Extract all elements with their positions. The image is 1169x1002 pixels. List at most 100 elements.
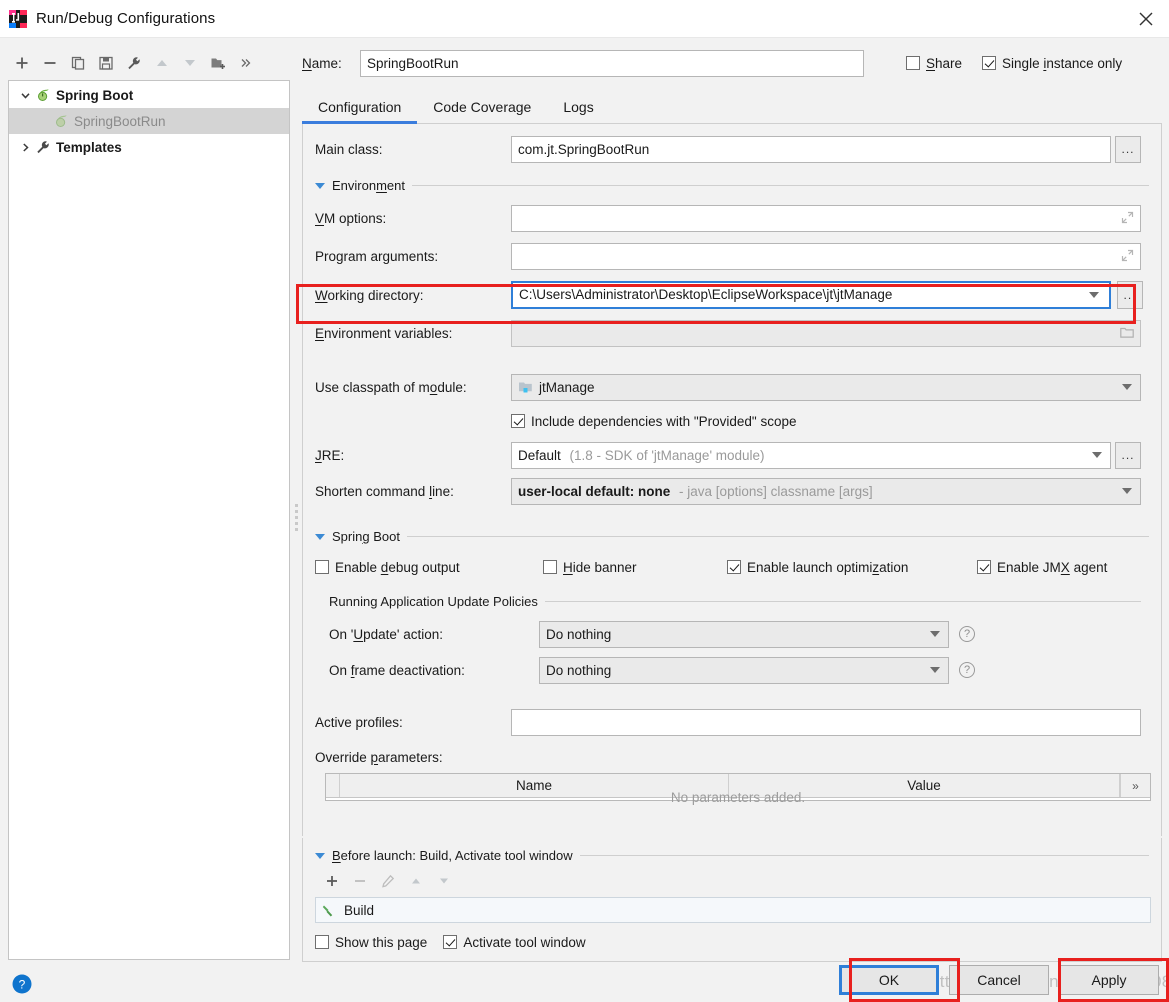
add-task-button[interactable] — [319, 869, 345, 893]
run-debug-configurations-dialog: Run/Debug Configurations Spring Boot Spr… — [0, 0, 1169, 1002]
close-icon[interactable] — [1123, 0, 1169, 38]
expand-editor-icon[interactable] — [1121, 211, 1134, 224]
chevron-right-icon[interactable] — [15, 142, 35, 153]
chevron-down-icon[interactable] — [930, 667, 940, 673]
dialog-titlebar: Run/Debug Configurations — [0, 0, 1169, 38]
triangle-down-icon[interactable] — [315, 182, 325, 189]
spring-boot-icon — [56, 115, 67, 127]
on-update-action-help-icon[interactable]: ? — [959, 626, 975, 642]
active-profiles-label: Active profiles: — [315, 714, 403, 730]
enable-debug-output-label: Enable debug output — [335, 559, 460, 575]
panel-splitter[interactable] — [292, 80, 302, 960]
main-class-input[interactable]: com.jt.SpringBootRun — [511, 135, 1111, 163]
shorten-command-line-select[interactable]: user-local default: none - java [options… — [511, 477, 1141, 505]
ok-button[interactable]: OK — [839, 965, 939, 995]
before-launch-task-build[interactable]: Build — [315, 897, 1151, 923]
enable-launch-optimization-checkbox[interactable]: Enable launch optimization — [727, 560, 977, 575]
tree-item-templates[interactable]: Templates — [9, 134, 289, 160]
apply-button[interactable]: Apply — [1059, 965, 1159, 995]
name-label: Name: — [302, 55, 342, 71]
spring-boot-section-header[interactable]: Spring Boot — [315, 529, 1149, 544]
tab-configuration[interactable]: Configuration — [302, 93, 418, 124]
wrench-icon — [37, 141, 49, 154]
expand-editor-icon[interactable] — [1121, 249, 1134, 262]
remove-task-button[interactable] — [347, 869, 373, 893]
configurations-toolbar — [8, 48, 293, 78]
enable-jmx-agent-checkbox-box[interactable] — [977, 560, 991, 574]
new-folder-button[interactable] — [204, 49, 232, 77]
enable-debug-output-checkbox[interactable]: Enable debug output — [315, 560, 543, 575]
remove-configuration-button[interactable] — [36, 49, 64, 77]
help-circle-icon[interactable]: ? — [12, 974, 32, 994]
configuration-tabs[interactable]: Configuration Code Coverage Logs — [302, 92, 1162, 124]
environment-variables-input[interactable] — [511, 319, 1141, 347]
more-button[interactable] — [232, 49, 260, 77]
intellij-idea-icon — [9, 9, 27, 28]
section-divider — [406, 536, 1149, 537]
share-checkbox-box[interactable] — [906, 56, 920, 70]
jre-browse-button[interactable]: ... — [1115, 441, 1141, 469]
override-parameters-label: Override parameters: — [315, 749, 443, 765]
save-configuration-button[interactable] — [92, 49, 120, 77]
configurations-tree[interactable]: Spring Boot SpringBootRun Templates — [8, 80, 290, 960]
move-up-button[interactable] — [148, 49, 176, 77]
enable-debug-output-checkbox-box[interactable] — [315, 560, 329, 574]
on-frame-deactivation-help-icon[interactable]: ? — [959, 662, 975, 678]
active-profiles-input[interactable] — [511, 708, 1141, 736]
task-move-down-button[interactable] — [431, 869, 457, 893]
jre-select[interactable]: Default (1.8 - SDK of 'jtManage' module) — [511, 441, 1111, 469]
chevron-down-icon[interactable] — [15, 90, 35, 101]
hide-banner-label: Hide banner — [563, 559, 637, 575]
spring-boot-section-label: Spring Boot — [332, 529, 400, 544]
enable-launch-optimization-checkbox-box[interactable] — [727, 560, 741, 574]
copy-configuration-button[interactable] — [64, 49, 92, 77]
chevron-down-icon[interactable] — [930, 631, 940, 637]
show-this-page-checkbox[interactable]: Show this page — [315, 935, 427, 950]
activate-tool-window-checkbox-box[interactable] — [443, 935, 458, 949]
edit-templates-button[interactable] — [120, 49, 148, 77]
hide-banner-checkbox[interactable]: Hide banner — [543, 560, 727, 575]
chevron-down-icon[interactable] — [1092, 452, 1102, 458]
edit-task-button[interactable] — [375, 869, 401, 893]
triangle-down-icon[interactable] — [315, 533, 325, 540]
configuration-name-input[interactable] — [360, 49, 864, 77]
tree-item-springbootrun[interactable]: SpringBootRun — [9, 108, 289, 134]
show-this-page-checkbox-box[interactable] — [315, 935, 329, 949]
on-frame-deactivation-select[interactable]: Do nothing — [539, 656, 949, 684]
task-move-up-button[interactable] — [403, 869, 429, 893]
on-update-action-select[interactable]: Do nothing — [539, 620, 949, 648]
enable-jmx-agent-checkbox[interactable]: Enable JMX agent — [977, 560, 1107, 575]
update-policies-group-header: Running Application Update Policies — [329, 594, 1141, 609]
single-instance-only-checkbox[interactable]: Single instance only — [982, 56, 1122, 71]
environment-section-header[interactable]: Environment — [315, 178, 1149, 193]
program-arguments-input[interactable] — [511, 242, 1141, 270]
form-scrollbar[interactable] — [1162, 124, 1169, 962]
triangle-down-icon[interactable] — [315, 852, 325, 859]
use-classpath-of-module-select[interactable]: jtManage — [511, 373, 1141, 401]
cancel-button[interactable]: Cancel — [949, 965, 1049, 995]
environment-section-label: Environment — [332, 178, 405, 193]
chevron-down-icon[interactable] — [1122, 384, 1132, 390]
module-icon — [519, 382, 532, 393]
working-directory-browse-button[interactable]: ... — [1117, 281, 1143, 309]
before-launch-section-header[interactable]: Before launch: Build, Activate tool wind… — [315, 848, 1149, 863]
single-instance-only-checkbox-box[interactable] — [982, 56, 997, 70]
vm-options-input[interactable] — [511, 204, 1141, 232]
share-checkbox[interactable]: Share — [906, 56, 962, 71]
tree-item-label: Templates — [56, 139, 122, 155]
override-parameters-table[interactable]: No parameters added. Name Value » — [325, 773, 1151, 805]
include-provided-scope-checkbox-box[interactable] — [511, 414, 525, 428]
chevron-down-icon[interactable] — [1122, 488, 1132, 494]
tab-logs[interactable]: Logs — [547, 93, 609, 123]
working-directory-input[interactable]: C:\Users\Administrator\Desktop\EclipseWo… — [511, 281, 1111, 309]
tree-item-spring-boot[interactable]: Spring Boot — [9, 82, 289, 108]
main-class-browse-button[interactable]: ... — [1115, 135, 1141, 163]
tab-code-coverage[interactable]: Code Coverage — [417, 93, 547, 123]
activate-tool-window-checkbox[interactable]: Activate tool window — [443, 935, 586, 950]
folder-icon[interactable] — [1120, 326, 1134, 339]
add-configuration-button[interactable] — [8, 49, 36, 77]
hide-banner-checkbox-box[interactable] — [543, 560, 557, 574]
chevron-down-icon[interactable] — [1089, 292, 1099, 298]
include-provided-scope-checkbox[interactable]: Include dependencies with "Provided" sco… — [511, 414, 797, 429]
move-down-button[interactable] — [176, 49, 204, 77]
